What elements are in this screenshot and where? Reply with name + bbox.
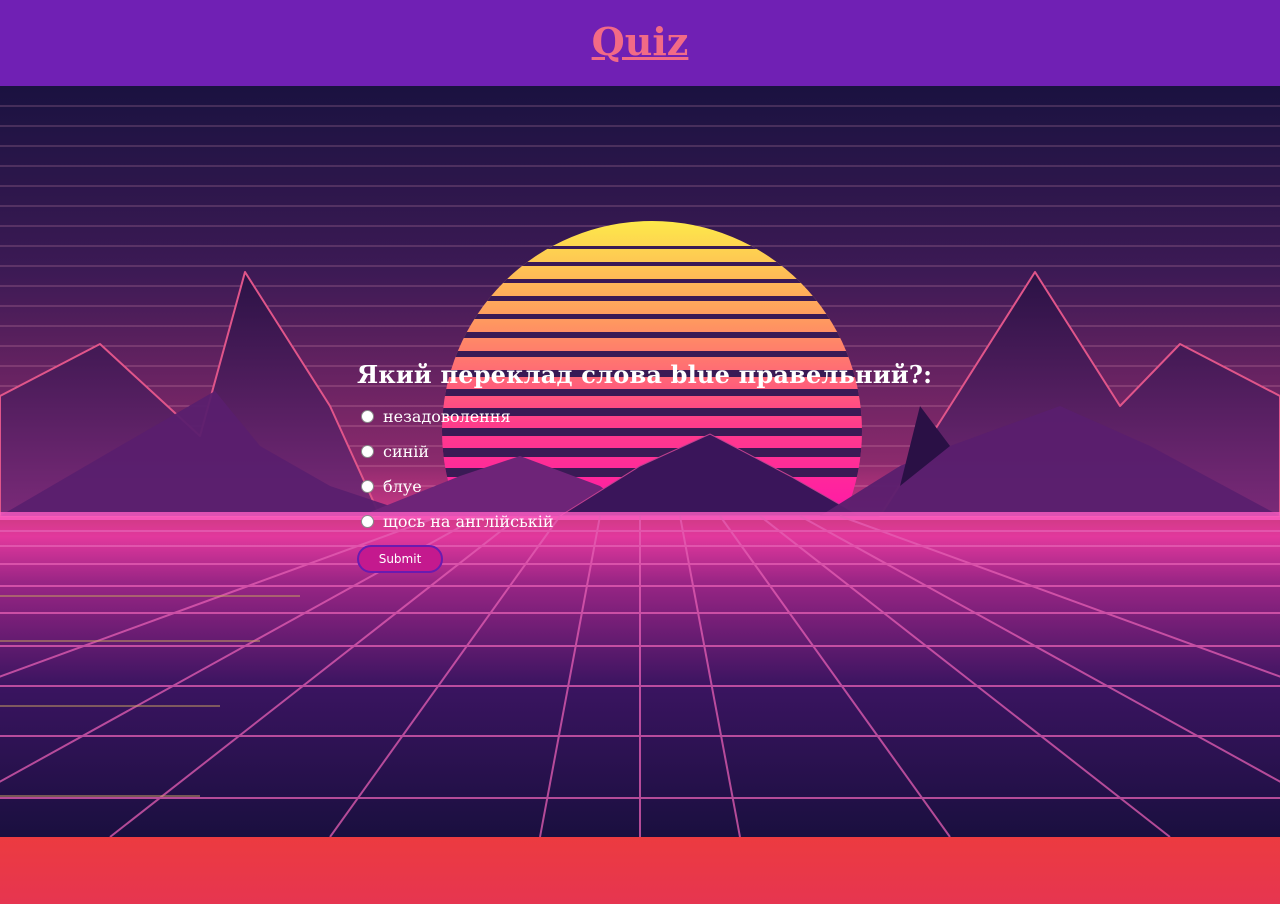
quiz-title-link[interactable]: Quiz — [592, 19, 689, 64]
quiz-form: Який переклад слова blue правельний?: не… — [357, 360, 957, 573]
submit-button[interactable]: Submit — [357, 545, 443, 573]
radio-button[interactable] — [361, 480, 374, 493]
answer-label: блуе — [383, 477, 422, 496]
answer-label: незадоволення — [383, 407, 511, 426]
radio-button[interactable] — [361, 445, 374, 458]
question-text: Який переклад слова blue правельний?: — [357, 360, 933, 389]
answer-option[interactable]: щось на англійській — [357, 504, 957, 539]
footer-bar — [0, 837, 1280, 904]
answer-label: синій — [383, 442, 430, 461]
answer-option[interactable]: синій — [357, 434, 957, 469]
answer-option[interactable]: блуе — [357, 469, 957, 504]
header-bar: Quiz — [0, 0, 1280, 86]
answer-label: щось на англійській — [383, 512, 554, 531]
answer-option[interactable]: незадоволення — [357, 399, 957, 434]
radio-button[interactable] — [361, 410, 374, 423]
radio-button[interactable] — [361, 515, 374, 528]
